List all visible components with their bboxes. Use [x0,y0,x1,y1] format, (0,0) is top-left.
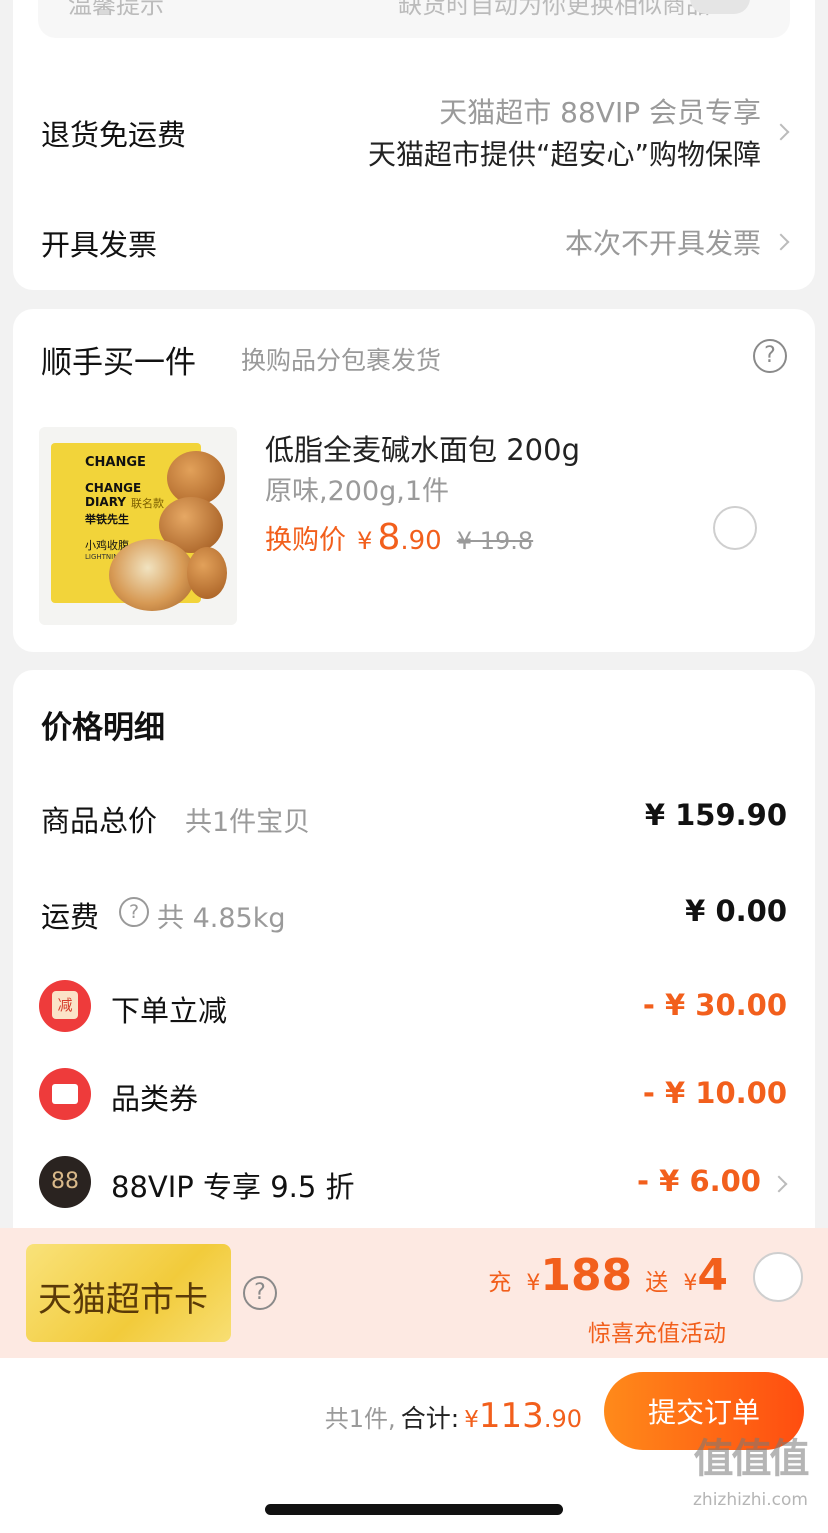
charge-amount: 188 [540,1250,633,1301]
addon-select-radio[interactable] [713,506,757,550]
addon-price: 换购价 ¥ 8.90 ¥ 19.8 [265,517,533,558]
invoice-row[interactable]: 开具发票 本次不开具发票 [13,200,815,280]
help-icon[interactable]: ? [753,339,787,373]
addon-product-spec: 原味,200g,1件 [265,476,450,507]
market-card-promo-bar: 天猫超市卡 ? 充 ¥188 送 ¥4 惊喜充值活动 [0,1228,828,1358]
discount-value: - ¥ 10.00 [642,1076,787,1110]
invoice-label: 开具发票 [41,228,158,262]
watermark: 值值值 zhizhizhi.com [678,1426,823,1526]
discount-label: 品类券 [111,1082,199,1116]
bottom-checkout-bar: 共1件, 合计: ¥113.90 提交订单 值值值 zhizhizhi.com [0,1358,828,1533]
item-count: 共1件, [324,1405,396,1433]
addon-product-image[interactable]: CHANGE CHANGE DIARY 联名款 举铁先生 小鸡收腹 LIGHTN… [39,427,237,625]
discount-row-instant: 减 下单立减 - ¥ 30.00 [13,978,815,1034]
help-icon[interactable]: ? [119,897,149,927]
image-person-text: 举铁先生 [85,513,129,526]
discount-row-coupon: 品类券 - ¥ 10.00 [13,1066,815,1122]
discount-label: 下单立减 [111,994,228,1028]
charge-currency: ¥ [526,1271,541,1296]
watermark-logo: 值值值 [693,1436,810,1482]
discount-label: 88VIP 专享 9.5 折 [111,1170,355,1204]
return-guarantee-line: 天猫超市提供“超安心”购物保障 [367,138,761,171]
market-card-badge[interactable]: 天猫超市卡 [26,1244,231,1342]
price-detail-card: 价格明细 商品总价 共1件宝贝 ¥ 159.90 运费 ? 共 4.85kg ¥… [13,670,815,1270]
market-card-name: 天猫超市卡 [38,1280,208,1320]
chevron-right-icon [770,1175,788,1193]
addon-price-currency: ¥ [357,527,373,555]
return-shipping-label: 退货免运费 [41,118,187,152]
order-summary: 共1件, 合计: ¥113.90 [325,1396,582,1436]
addon-title: 顺手买一件 [41,345,196,381]
substitute-toggle[interactable] [690,0,750,14]
image-collab-text: 联名款 [131,497,164,510]
total-dec: .90 [543,1405,582,1433]
gift-label: 送 [645,1270,669,1296]
help-icon[interactable]: ? [243,1276,277,1310]
return-shipping-info: 天猫超市 88VIP 会员专享 天猫超市提供“超安心”购物保障 [368,92,761,176]
instant-discount-icon: 减 [39,980,91,1032]
shipping-row: 运费 ? 共 4.85kg ¥ 0.00 [13,890,815,936]
total-currency: ¥ [464,1407,479,1433]
goods-total-row: 商品总价 共1件宝贝 ¥ 159.90 [13,794,815,840]
goods-total-sub: 共1件宝贝 [185,807,311,838]
image-brand-text: CHANGE [85,481,142,495]
addon-card: 顺手买一件 换购品分包裹发货 ? CHANGE CHANGE DIARY 联名款… [13,309,815,652]
image-brand-text: DIARY [85,495,126,509]
return-vip-line: 天猫超市 88VIP 会员专享 [439,96,761,129]
addon-subtitle: 换购品分包裹发货 [241,346,442,375]
shipping-label: 运费 [41,900,100,934]
return-shipping-row[interactable]: 退货免运费 天猫超市 88VIP 会员专享 天猫超市提供“超安心”购物保障 [13,70,815,190]
shipping-weight: 共 4.85kg [157,903,286,934]
goods-total-value: ¥ 159.90 [644,798,787,832]
shipping-value: ¥ 0.00 [685,894,787,928]
invoice-value: 本次不开具发票 [564,227,761,260]
total-label: 合计: [400,1404,460,1433]
bread-bun-image [187,547,227,599]
gift-currency: ¥ [683,1271,698,1296]
recharge-activity-label: 惊喜充值活动 [588,1321,726,1347]
instant-discount-icon-text: 减 [52,991,78,1019]
chevron-right-icon [772,123,790,141]
recharge-select-radio[interactable] [753,1252,803,1302]
coupon-icon [39,1068,91,1120]
vip88-icon: 88 [39,1156,91,1208]
addon-price-int: 8 [377,517,401,558]
delivery-tip-card: 温馨提示 缺货时自动为你更换相似商品 [38,0,790,38]
image-brand-text: CHANGE [85,455,146,470]
watermark-url: zhizhizhi.com [693,1490,808,1510]
discount-row-vip[interactable]: 88 88VIP 专享 9.5 折 - ¥ 6.00 [13,1154,815,1210]
discount-value: - ¥ 6.00 [637,1164,761,1198]
addon-original-price: ¥ 19.8 [456,527,534,555]
charge-label: 充 [488,1270,512,1296]
price-detail-title: 价格明细 [41,710,165,746]
goods-total-label: 商品总价 [41,804,158,838]
recharge-offer[interactable]: 充 ¥188 送 ¥4 [488,1250,728,1301]
total-int: 113 [478,1396,544,1436]
bread-bun-image [109,539,195,611]
ticket-icon [52,1084,78,1104]
home-indicator [265,1504,563,1515]
gift-amount: 4 [697,1250,728,1301]
tip-left-text: 温馨提示 [68,0,164,19]
addon-price-dec: .90 [400,526,442,556]
addon-price-label: 换购价 [265,525,346,556]
addon-product-name[interactable]: 低脂全麦碱水面包 200g [265,427,580,469]
chevron-right-icon [772,233,790,251]
discount-value: - ¥ 30.00 [642,988,787,1022]
tip-right-text: 缺货时自动为你更换相似商品 [398,0,710,19]
